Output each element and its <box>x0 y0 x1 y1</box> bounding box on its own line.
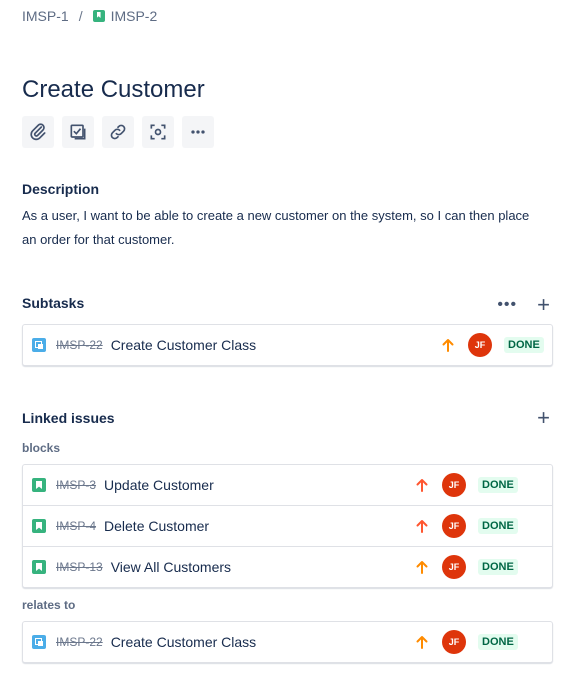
priority-medium-icon <box>442 339 454 352</box>
assignee-avatar[interactable]: JF <box>468 333 492 357</box>
link-type-relates-to: relates to <box>22 598 76 612</box>
linked-issues-relates-list: IMSP-22 Create Customer Class JF DONE <box>22 621 553 663</box>
breadcrumb-separator: / <box>78 8 83 24</box>
subtasks-actions: ••• + <box>497 294 550 316</box>
link-icon <box>110 124 126 140</box>
link-issue-button[interactable] <box>102 116 134 148</box>
add-linked-issue-button[interactable]: + <box>537 407 550 429</box>
attach-button[interactable] <box>22 116 54 148</box>
issue-summary[interactable]: Delete Customer <box>104 518 209 534</box>
priority-medium-icon <box>416 561 428 574</box>
status-badge[interactable]: DONE <box>478 559 518 575</box>
capture-button[interactable] <box>142 116 174 148</box>
linked-issues-blocks-list: IMSP-3 Update Customer JF DONE IMSP-4 De… <box>22 464 553 588</box>
issue-summary[interactable]: View All Customers <box>111 559 231 575</box>
assignee-avatar[interactable]: JF <box>442 514 466 538</box>
add-subtask-button[interactable]: + <box>537 294 550 316</box>
subtasks-list: IMSP-22 Create Customer Class JF DONE <box>22 324 553 366</box>
more-icon <box>191 130 205 134</box>
story-type-icon <box>32 478 46 492</box>
subtask-type-icon <box>32 635 46 649</box>
status-badge[interactable]: DONE <box>478 518 518 534</box>
assignee-avatar[interactable]: JF <box>442 630 466 654</box>
linked-issue-row[interactable]: IMSP-13 View All Customers JF DONE <box>23 547 552 587</box>
linked-issue-row[interactable]: IMSP-4 Delete Customer JF DONE <box>23 506 552 547</box>
description-heading: Description <box>22 181 100 197</box>
issue-key[interactable]: IMSP-22 <box>56 635 103 649</box>
breadcrumb: IMSP-1 / IMSP-2 <box>22 8 157 24</box>
issue-key[interactable]: IMSP-4 <box>56 519 96 533</box>
issue-summary[interactable]: Create Customer Class <box>111 337 257 353</box>
story-type-icon <box>32 560 46 574</box>
status-badge[interactable]: DONE <box>478 477 518 493</box>
subtasks-heading: Subtasks <box>22 295 85 311</box>
linked-issue-row[interactable]: IMSP-3 Update Customer JF DONE <box>23 465 552 506</box>
subtasks-more-button[interactable]: ••• <box>497 296 517 314</box>
description-text[interactable]: As a user, I want to be able to create a… <box>22 204 542 252</box>
page-title[interactable]: Create Customer <box>22 76 205 104</box>
link-type-blocks: blocks <box>22 441 61 455</box>
breadcrumb-current[interactable]: IMSP-2 <box>111 8 158 24</box>
add-child-issue-button[interactable] <box>62 116 94 148</box>
more-actions-button[interactable] <box>182 116 214 148</box>
checklist-icon <box>70 124 86 140</box>
assignee-avatar[interactable]: JF <box>442 473 466 497</box>
status-badge[interactable]: DONE <box>504 337 544 353</box>
story-type-icon <box>92 10 105 22</box>
priority-medium-icon <box>416 636 428 649</box>
linked-issues-heading: Linked issues <box>22 410 115 426</box>
story-type-icon <box>32 519 46 533</box>
status-badge[interactable]: DONE <box>478 634 518 650</box>
paperclip-icon <box>30 123 46 141</box>
issue-key[interactable]: IMSP-3 <box>56 478 96 492</box>
breadcrumb-parent[interactable]: IMSP-1 <box>22 8 69 24</box>
priority-high-icon <box>416 479 428 492</box>
linked-issue-row[interactable]: IMSP-22 Create Customer Class JF DONE <box>23 622 552 662</box>
issue-key[interactable]: IMSP-13 <box>56 560 103 574</box>
subtask-type-icon <box>32 338 46 352</box>
issue-toolbar <box>22 116 214 148</box>
scan-icon <box>150 124 166 140</box>
priority-high-icon <box>416 520 428 533</box>
issue-key[interactable]: IMSP-22 <box>56 338 103 352</box>
issue-summary[interactable]: Create Customer Class <box>111 634 257 650</box>
subtask-row[interactable]: IMSP-22 Create Customer Class JF DONE <box>23 325 552 365</box>
assignee-avatar[interactable]: JF <box>442 555 466 579</box>
issue-summary[interactable]: Update Customer <box>104 477 214 493</box>
